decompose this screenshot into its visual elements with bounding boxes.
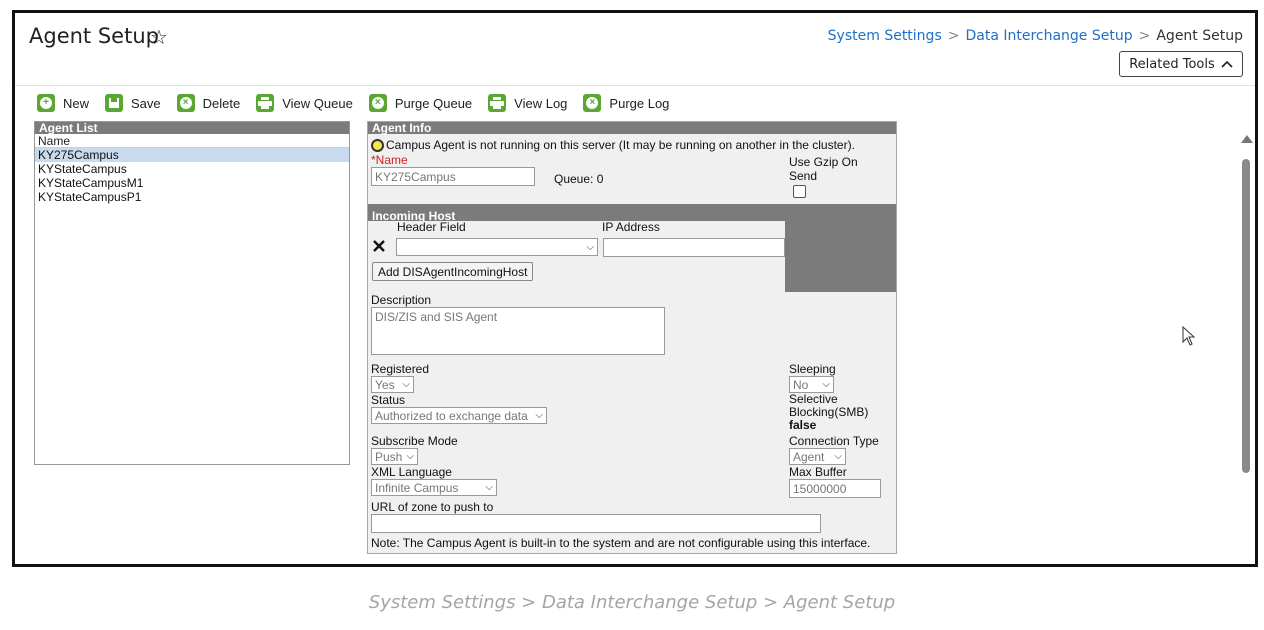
image-caption: System Settings > Data Interchange Setup… bbox=[368, 592, 896, 613]
status-value: Authorized to exchange data bbox=[375, 408, 528, 423]
purge-x-icon: × bbox=[583, 94, 602, 112]
list-item[interactable]: KYStateCampusP1 bbox=[35, 190, 349, 204]
view-queue-button[interactable]: View Queue bbox=[256, 94, 353, 112]
related-tools-label: Related Tools bbox=[1129, 56, 1215, 72]
connection-type-select[interactable]: Agent ⌵ bbox=[789, 448, 846, 465]
page-title: Agent Setup bbox=[29, 24, 159, 48]
breadcrumb-separator: > bbox=[947, 28, 960, 44]
connection-type-value: Agent bbox=[793, 449, 825, 464]
header-divider bbox=[15, 85, 1255, 86]
url-input[interactable] bbox=[371, 514, 821, 533]
agent-status-row: Campus Agent is not running on this serv… bbox=[371, 138, 855, 152]
toolbar: + New Save × Delete View Queue × Purge Q… bbox=[37, 92, 685, 114]
save-label: Save bbox=[131, 95, 161, 111]
printer-icon bbox=[488, 94, 507, 112]
printer-icon bbox=[256, 94, 275, 112]
remove-row-icon[interactable] bbox=[372, 239, 386, 256]
agent-info-header: Agent Info bbox=[368, 122, 896, 134]
registered-value: Yes bbox=[375, 377, 395, 392]
queue-count: Queue: 0 bbox=[554, 172, 604, 186]
breadcrumb-separator: > bbox=[1138, 28, 1151, 44]
status-indicator-icon bbox=[371, 138, 384, 152]
list-item[interactable]: KY275Campus bbox=[35, 148, 349, 162]
delete-x-icon: × bbox=[176, 94, 195, 112]
subscribe-mode-value: Push bbox=[375, 449, 403, 464]
description-label: Description bbox=[371, 293, 432, 307]
view-queue-label: View Queue bbox=[282, 95, 353, 111]
gzip-label-line2: Send bbox=[789, 169, 818, 183]
header-field-label: Header Field bbox=[397, 220, 466, 234]
list-item[interactable]: KYStateCampusM1 bbox=[35, 176, 349, 190]
ip-address-input[interactable] bbox=[603, 238, 785, 257]
purge-log-button[interactable]: × Purge Log bbox=[583, 94, 669, 112]
save-button[interactable]: Save bbox=[105, 94, 161, 112]
delete-label: Delete bbox=[202, 95, 241, 111]
purge-x-icon: × bbox=[368, 94, 387, 112]
agent-info-panel: Agent Info Campus Agent is not running o… bbox=[367, 121, 897, 554]
gzip-label-line1: Use Gzip On bbox=[789, 155, 858, 169]
delete-button[interactable]: × Delete bbox=[176, 94, 241, 112]
breadcrumb-agent-setup: Agent Setup bbox=[1156, 28, 1243, 44]
url-label: URL of zone to push to bbox=[371, 500, 494, 514]
floppy-disk-icon bbox=[105, 94, 124, 112]
registered-select[interactable]: Yes ⌵ bbox=[371, 376, 414, 393]
xml-language-value: Infinite Campus bbox=[375, 480, 459, 495]
app-window: Agent Setup ☆ System Settings > Data Inter… bbox=[12, 10, 1258, 567]
subscribe-mode-label: Subscribe Mode bbox=[371, 434, 458, 448]
description-textarea[interactable]: DIS/ZIS and SIS Agent bbox=[371, 307, 665, 355]
new-label: New bbox=[63, 95, 90, 111]
add-incoming-host-button[interactable]: Add DISAgentIncomingHost bbox=[372, 262, 534, 281]
incoming-host-section: Incoming Host Header Field IP Address ⌵ … bbox=[368, 204, 896, 292]
subscribe-mode-select[interactable]: Push ⌵ bbox=[371, 448, 418, 465]
max-buffer-label: Max Buffer bbox=[789, 465, 847, 479]
status-select[interactable]: Authorized to exchange data ⌵ bbox=[371, 407, 547, 424]
vertical-scrollbar[interactable] bbox=[1239, 121, 1253, 476]
star-icon[interactable]: ☆ bbox=[150, 25, 168, 50]
scroll-thumb[interactable] bbox=[1242, 159, 1250, 473]
agent-list-header: Agent List bbox=[35, 122, 349, 134]
breadcrumb-data-interchange-setup[interactable]: Data Interchange Setup bbox=[965, 28, 1132, 44]
purge-queue-label: Purge Queue bbox=[394, 95, 473, 111]
agent-status-message: Campus Agent is not running on this serv… bbox=[386, 138, 855, 152]
incoming-host-table: Header Field IP Address ⌵ Add DISAgentIn… bbox=[368, 220, 785, 292]
connection-type-label: Connection Type bbox=[789, 434, 879, 448]
ip-address-label: IP Address bbox=[602, 220, 660, 234]
sleeping-select[interactable]: No ⌵ bbox=[789, 376, 834, 393]
smb-label: Selective Blocking(SMB) false bbox=[789, 393, 868, 432]
gzip-label: Use Gzip On Send bbox=[789, 155, 858, 183]
breadcrumb: System Settings > Data Interchange Setup > A… bbox=[828, 28, 1243, 44]
sleeping-value: No bbox=[793, 377, 809, 392]
list-item[interactable]: KYStateCampus bbox=[35, 162, 349, 176]
header-field-select[interactable]: ⌵ bbox=[396, 238, 598, 256]
breadcrumb-system-settings[interactable]: System Settings bbox=[828, 28, 942, 44]
agent-note: Note: The Campus Agent is built-in to th… bbox=[371, 536, 871, 550]
status-label: Status bbox=[371, 393, 406, 407]
smb-value: false bbox=[789, 418, 817, 432]
xml-language-label: XML Language bbox=[371, 465, 452, 479]
name-field[interactable] bbox=[371, 167, 535, 186]
new-button[interactable]: + New bbox=[37, 94, 89, 112]
purge-log-label: Purge Log bbox=[609, 95, 670, 111]
agent-list-panel: Agent List Name KY275Campus KYStateCampu… bbox=[34, 121, 350, 465]
registered-label: Registered bbox=[371, 362, 430, 376]
purge-queue-button[interactable]: × Purge Queue bbox=[368, 94, 473, 112]
max-buffer-input[interactable] bbox=[789, 479, 881, 498]
sleeping-label: Sleeping bbox=[789, 362, 836, 376]
gzip-checkbox[interactable] bbox=[793, 185, 806, 198]
name-label: *Name bbox=[371, 153, 408, 167]
chevron-up-icon bbox=[1221, 60, 1233, 68]
xml-language-select[interactable]: Infinite Campus ⌵ bbox=[371, 479, 497, 496]
plus-icon: + bbox=[37, 94, 55, 112]
view-log-button[interactable]: View Log bbox=[488, 94, 567, 112]
view-log-label: View Log bbox=[514, 95, 568, 111]
mouse-pointer-icon bbox=[1182, 326, 1196, 346]
scroll-up-arrow-icon[interactable] bbox=[1241, 135, 1253, 143]
agent-list-column-name[interactable]: Name bbox=[35, 134, 349, 148]
related-tools-button[interactable]: Related Tools bbox=[1119, 51, 1243, 77]
